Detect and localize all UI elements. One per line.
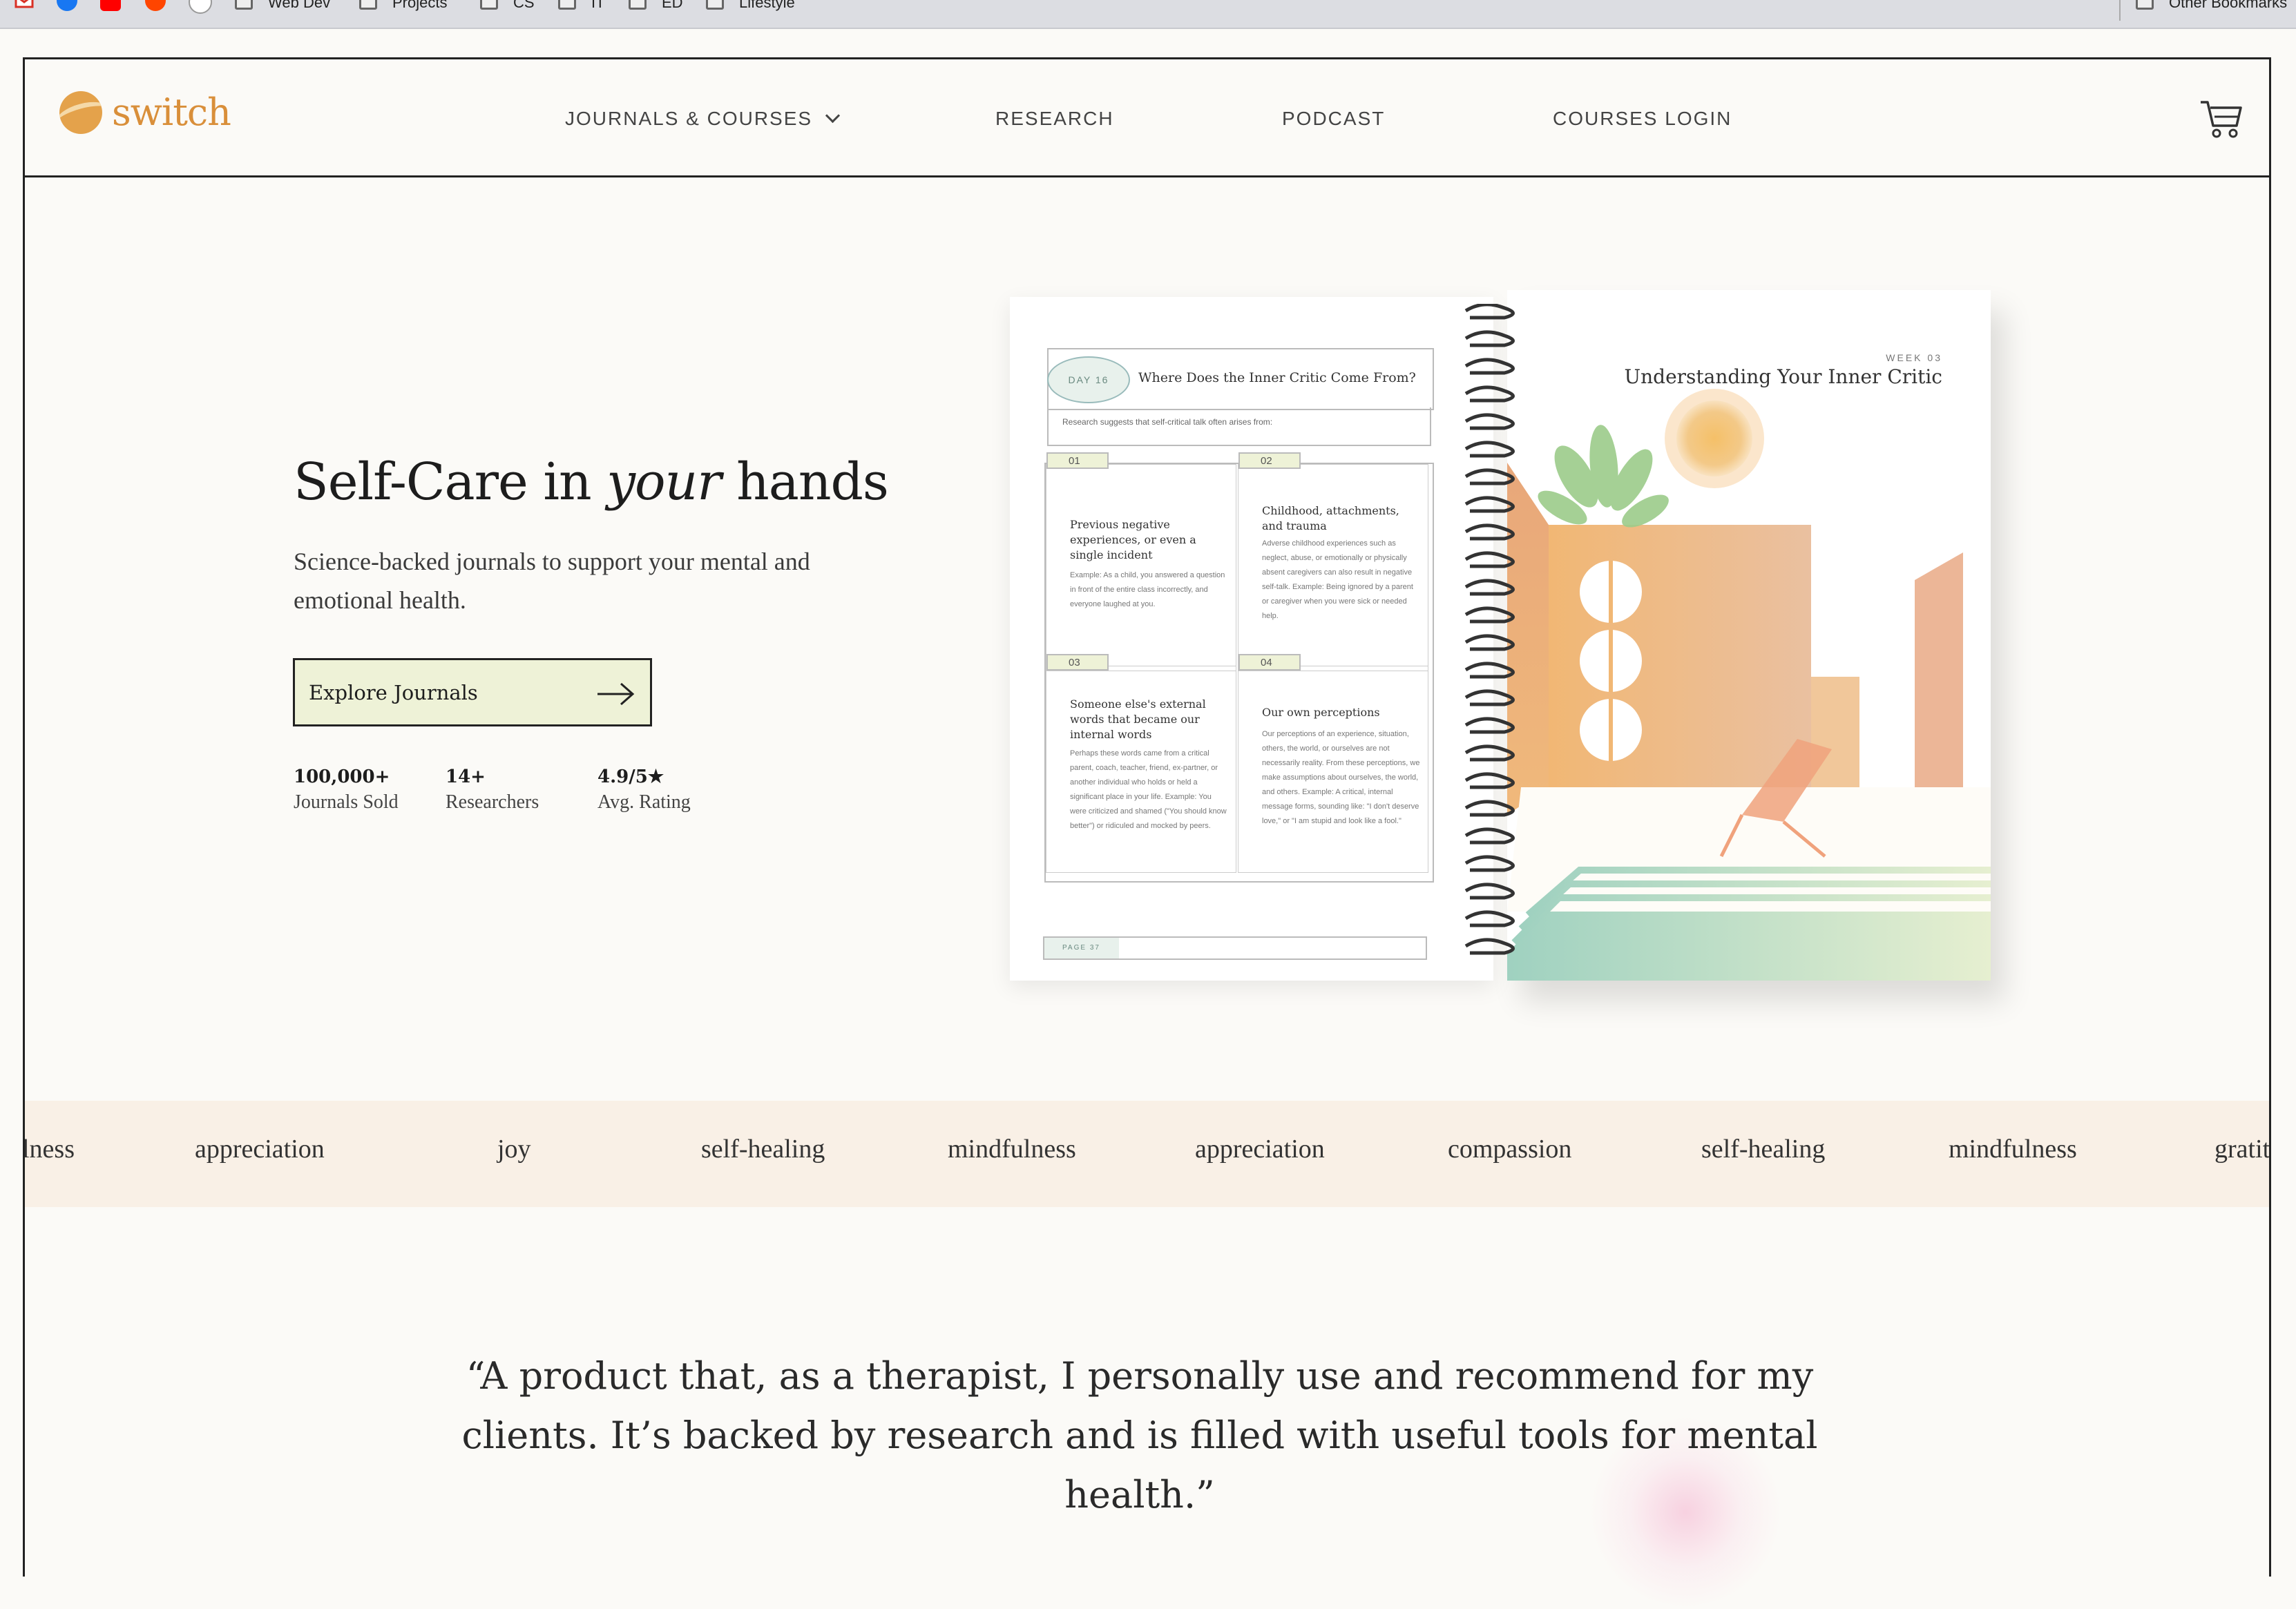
hero-title-part: Self-Care in xyxy=(294,452,607,512)
cell-number: 02 xyxy=(1238,452,1301,469)
cell-title: Childhood, attachments, and trauma xyxy=(1262,504,1399,532)
folder-icon xyxy=(706,0,724,10)
nav-label: COURSES LOGIN xyxy=(1553,108,1732,129)
bookmark-label: Web Dev xyxy=(268,0,331,11)
page-footer: PAGE 37 xyxy=(1043,936,1427,960)
folder-icon xyxy=(629,0,647,10)
github-icon[interactable] xyxy=(189,0,212,14)
bookmark-folder[interactable]: Projects xyxy=(359,0,447,17)
week-illustration xyxy=(1507,389,1991,981)
cell-body: Our perceptions of an experience, situat… xyxy=(1262,730,1420,825)
hero-subtitle: Science-backed journals to support your … xyxy=(294,548,810,614)
keyword-marquee: lness appreciation joy self-healing mind… xyxy=(25,1101,2269,1207)
nav-journals-courses[interactable]: JOURNALS & COURSES xyxy=(565,108,841,130)
divider xyxy=(2119,0,2121,21)
bookmark-folder[interactable]: CS xyxy=(480,0,535,17)
cell-body: Perhaps these words came from a critical… xyxy=(1070,749,1227,830)
stat-value: 4.9/5★ xyxy=(597,767,664,787)
cart-icon[interactable] xyxy=(2199,98,2244,139)
nav-courses-login[interactable]: COURSES LOGIN xyxy=(1553,108,1732,130)
journal-cell: 04 Our own perceptions Our perceptions o… xyxy=(1238,654,1428,873)
keyword: lness xyxy=(25,1135,75,1164)
bookmark-label: Projects xyxy=(392,0,448,11)
hero-title-part: hands xyxy=(720,452,889,512)
research-line: Research suggests that self-critical tal… xyxy=(1047,407,1431,446)
stat-value: 14+ xyxy=(446,767,486,787)
journal-illustration: DAY 16 Where Does the Inner Critic Come … xyxy=(1010,290,1991,981)
reddit-icon[interactable] xyxy=(145,0,166,11)
keyword: mindfulness xyxy=(1949,1135,2077,1164)
cell-title: Someone else's external words that becam… xyxy=(1070,697,1206,741)
cell-body: Adverse childhood experiences such as ne… xyxy=(1262,539,1413,620)
bookmark-folder[interactable]: Web Dev xyxy=(235,0,330,17)
stat-avg-rating: 4.9/5★ Avg. Rating xyxy=(597,767,691,813)
nav-label: RESEARCH xyxy=(995,108,1114,129)
cell-title: Previous negative experiences, or even a… xyxy=(1070,518,1196,561)
hero-title-emphasis: your xyxy=(606,452,721,512)
keyword: appreciation xyxy=(1195,1135,1325,1164)
bookmark-label: ED xyxy=(662,0,683,11)
bookmarks-bar: Web Dev Projects CS IT ED Lifestyle Othe… xyxy=(0,0,2296,29)
keyword: mindfulness xyxy=(948,1135,1076,1164)
folder-icon xyxy=(480,0,498,10)
stat-journals-sold: 100,000+ Journals Sold xyxy=(294,767,399,813)
bookmark-label: IT xyxy=(591,0,605,11)
keyword: self-healing xyxy=(1701,1135,1826,1164)
stat-label: Avg. Rating xyxy=(597,791,691,813)
day-question: Where Does the Inner Critic Come From? xyxy=(1138,370,1416,385)
cell-body: Example: As a child, you answered a ques… xyxy=(1070,571,1225,608)
facebook-icon[interactable] xyxy=(57,0,77,11)
hero-title: Self-Care in your hands xyxy=(294,452,889,512)
page-number: PAGE 37 xyxy=(1044,938,1119,958)
testimonial-quote: “A product that, as a therapist, I perso… xyxy=(461,1354,1818,1516)
folder-icon xyxy=(359,0,377,10)
journal-left-page: DAY 16 Where Does the Inner Critic Come … xyxy=(1010,297,1493,981)
nav-label: JOURNALS & COURSES xyxy=(565,108,813,129)
arrow-right-icon xyxy=(597,682,635,706)
folder-icon xyxy=(235,0,253,10)
stat-label: Journals Sold xyxy=(294,791,399,813)
keyword: appreciation xyxy=(195,1135,325,1164)
bookmark-folder[interactable]: ED xyxy=(629,0,683,17)
journal-cell: 01 Previous negative experiences, or eve… xyxy=(1046,452,1236,671)
keyword: joy xyxy=(497,1135,531,1164)
chevron-down-icon xyxy=(825,108,841,124)
bookmark-label: Other Bookmarks xyxy=(2169,0,2288,11)
cell-title: Our own perceptions xyxy=(1262,706,1380,719)
day-header: DAY 16 Where Does the Inner Critic Come … xyxy=(1047,348,1434,410)
journal-cell: 03 Someone else's external words that be… xyxy=(1046,654,1236,873)
day-badge: DAY 16 xyxy=(1047,356,1130,403)
journal-cell: 02 Childhood, attachments, and trauma Ad… xyxy=(1238,452,1428,671)
bookmark-label: Lifestyle xyxy=(739,0,795,11)
stat-value: 100,000+ xyxy=(294,767,390,787)
bookmark-folder[interactable]: IT xyxy=(558,0,605,17)
nav-podcast[interactable]: PODCAST xyxy=(1282,108,1385,130)
nav-label: PODCAST xyxy=(1282,108,1386,129)
spiral-binding xyxy=(1463,304,1515,967)
gmail-icon[interactable] xyxy=(14,0,35,11)
cell-number: 04 xyxy=(1238,654,1301,671)
bookmark-folder[interactable]: Lifestyle xyxy=(706,0,795,17)
journal-right-page: WEEK 03 Understanding Your Inner Critic xyxy=(1507,290,1991,981)
journal-grid: 01 Previous negative experiences, or eve… xyxy=(1044,452,1434,883)
cell-number: 01 xyxy=(1046,452,1109,469)
cell-number: 03 xyxy=(1046,654,1109,671)
youtube-icon[interactable] xyxy=(100,0,121,11)
stat-label: Researchers xyxy=(446,791,539,813)
keyword: compassion xyxy=(1448,1135,1572,1164)
other-bookmarks[interactable]: Other Bookmarks xyxy=(2136,0,2287,17)
explore-journals-button[interactable]: Explore Journals xyxy=(293,658,652,726)
keyword: self-healing xyxy=(701,1135,825,1164)
logo-mark-icon xyxy=(59,90,102,134)
button-label: Explore Journals xyxy=(309,680,478,704)
folder-icon xyxy=(558,0,576,10)
logo[interactable]: switch xyxy=(59,90,231,134)
nav-research[interactable]: RESEARCH xyxy=(995,108,1114,130)
logo-text: switch xyxy=(112,90,231,134)
bookmark-label: CS xyxy=(513,0,535,11)
folder-icon xyxy=(2136,0,2154,10)
stat-researchers: 14+ Researchers xyxy=(446,767,539,813)
keyword: gratit xyxy=(2214,1135,2269,1164)
site-header: switch JOURNALS & COURSES RESEARCH PODCA… xyxy=(23,57,2271,177)
